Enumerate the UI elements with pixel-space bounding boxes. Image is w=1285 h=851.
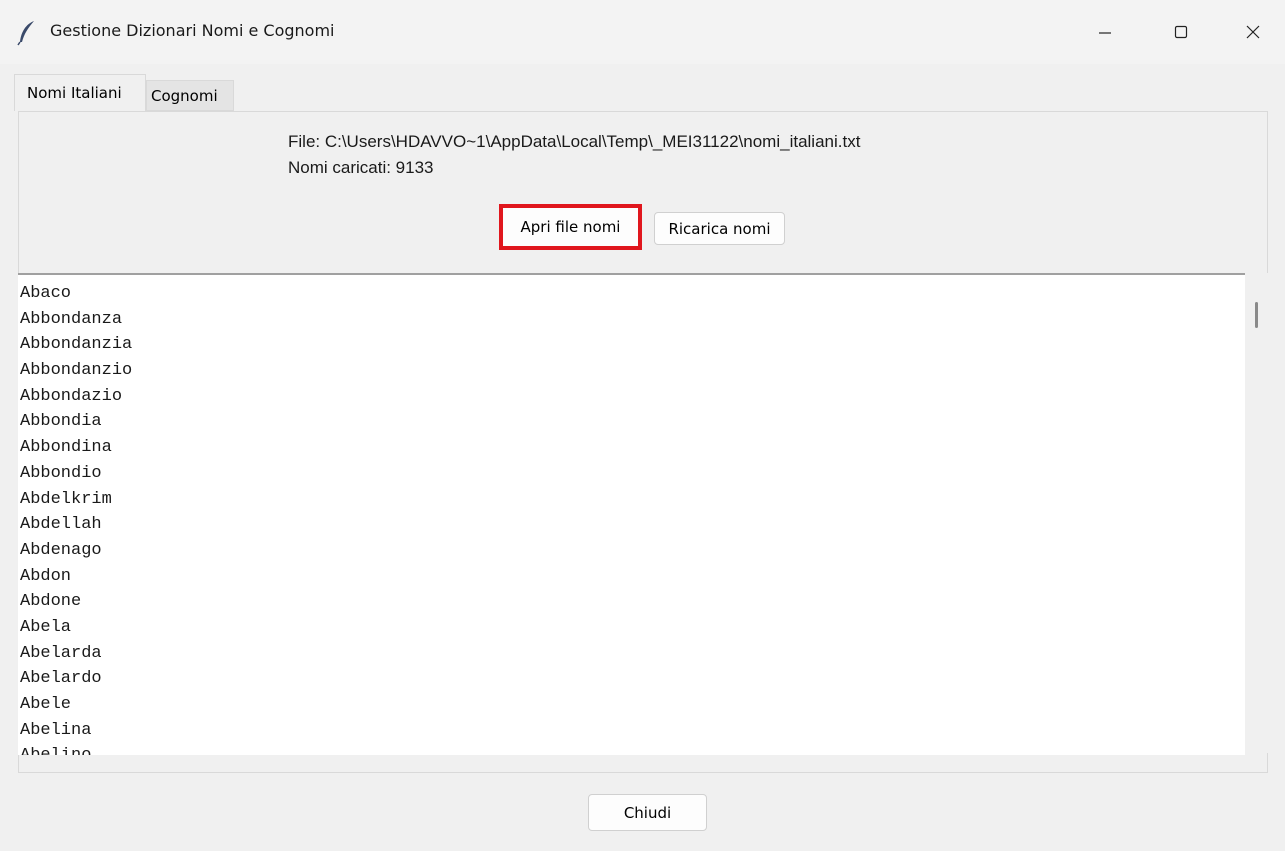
list-item[interactable]: Abbondanza [20, 307, 132, 333]
close-icon [1246, 25, 1260, 39]
list-item[interactable]: Abdon [20, 564, 132, 590]
list-item[interactable]: Abbondazio [20, 384, 132, 410]
maximize-button[interactable] [1158, 10, 1204, 54]
vertical-scrollbar[interactable] [1245, 273, 1268, 753]
button-label: Ricarica nomi [668, 219, 771, 238]
list-item[interactable]: Abdenago [20, 538, 132, 564]
tab-nomi-italiani[interactable]: Nomi Italiani [14, 74, 146, 111]
names-list: Abaco Abbondanza Abbondanzia Abbondanzio Abb… [20, 281, 132, 755]
list-item[interactable]: Abbondio [20, 461, 132, 487]
list-item[interactable]: Abelardo [20, 666, 132, 692]
title-bar[interactable]: Gestione Dizionari Nomi e Cognomi [0, 0, 1285, 64]
tab-label: Cognomi [151, 86, 218, 105]
minimize-button[interactable] [1082, 10, 1128, 54]
list-item[interactable]: Abdelkrim [20, 487, 132, 513]
close-window-button[interactable] [1230, 10, 1276, 54]
maximize-icon [1174, 25, 1188, 39]
reload-names-button[interactable]: Ricarica nomi [654, 212, 785, 245]
list-item[interactable]: Abelino [20, 743, 132, 755]
window-title: Gestione Dizionari Nomi e Cognomi [50, 21, 335, 40]
app-window: Gestione Dizionari Nomi e Cognomi Nomi I… [0, 0, 1285, 851]
open-names-file-button[interactable]: Apri file nomi [499, 204, 642, 250]
list-item[interactable]: Abdellah [20, 512, 132, 538]
close-button[interactable]: Chiudi [588, 794, 707, 831]
list-item[interactable]: Abela [20, 615, 132, 641]
list-item[interactable]: Abbondanzia [20, 332, 132, 358]
button-label: Apri file nomi [520, 218, 621, 236]
tab-label: Nomi Italiani [27, 84, 122, 102]
tab-cognomi[interactable]: Cognomi [146, 80, 234, 111]
list-item[interactable]: Abbondia [20, 409, 132, 435]
list-item[interactable]: Abbondina [20, 435, 132, 461]
list-item[interactable]: Abbondanzio [20, 358, 132, 384]
list-item[interactable]: Abelarda [20, 641, 132, 667]
list-item[interactable]: Abele [20, 692, 132, 718]
feather-icon [17, 21, 34, 46]
button-label: Chiudi [623, 803, 672, 822]
scrollbar-thumb[interactable] [1255, 302, 1258, 328]
file-path-label: File: C:\Users\HDAVVO~1\AppData\Local\Te… [288, 132, 861, 151]
minimize-icon [1099, 32, 1111, 34]
list-item[interactable]: Abaco [20, 281, 132, 307]
names-count-label: Nomi caricati: 9133 [288, 158, 434, 177]
list-item[interactable]: Abdone [20, 589, 132, 615]
names-listbox[interactable]: Abaco Abbondanza Abbondanzia Abbondanzio Abb… [18, 273, 1245, 755]
list-item[interactable]: Abelina [20, 718, 132, 744]
